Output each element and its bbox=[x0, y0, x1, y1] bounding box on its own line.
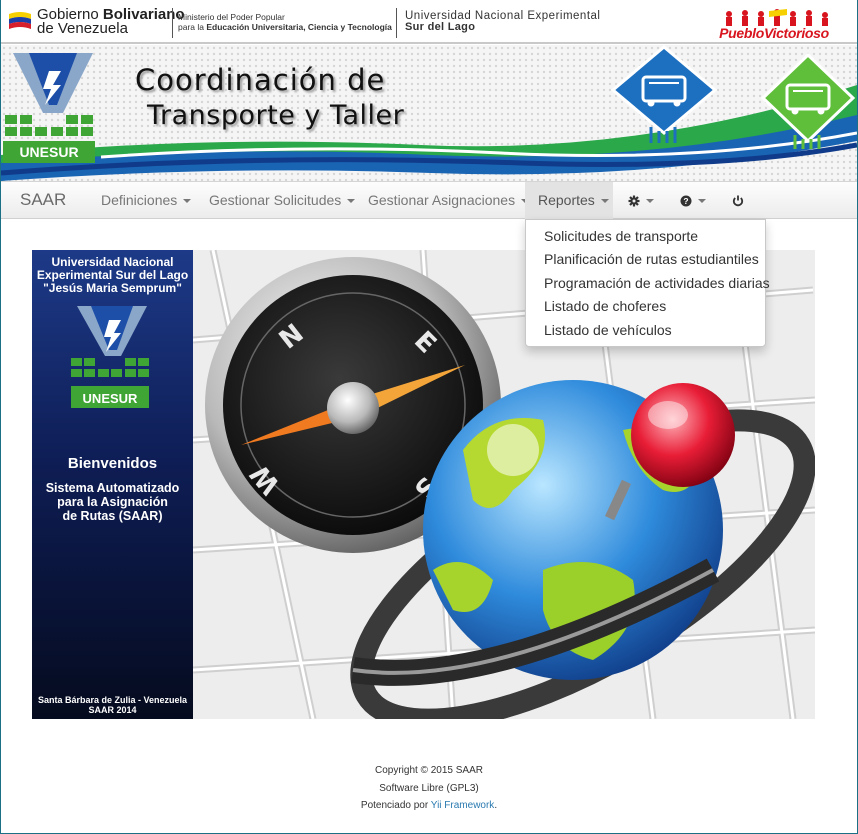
government-header: Gobierno Bolivariano de Venezuela Minist… bbox=[1, 0, 857, 44]
power-icon bbox=[732, 195, 744, 207]
nav-definiciones-label: Definiciones bbox=[101, 192, 178, 208]
nav-reportes[interactable]: Reportes bbox=[525, 182, 613, 219]
panel-footer-line2: SAAR 2014 bbox=[88, 705, 137, 715]
menu-item-solicitudes-transporte[interactable]: Solicitudes de transporte bbox=[526, 225, 765, 248]
unesur-logo-text: UNESUR bbox=[19, 144, 79, 160]
nav-help[interactable]: ? bbox=[667, 182, 719, 219]
footer-powered-prefix: Potenciado por bbox=[360, 800, 431, 811]
welcome-heading: Bienvenidos bbox=[67, 455, 158, 472]
panel-logo-text: UNESUR bbox=[82, 391, 138, 406]
banner-title-line1: Coordinación de bbox=[135, 63, 386, 97]
nav-gestionar-solicitudes[interactable]: Gestionar Solicitudes bbox=[196, 182, 368, 219]
banner-title-line2: Transporte y Taller bbox=[147, 100, 405, 131]
panel-uni-line3: "Jesús Maria Semprum" bbox=[43, 281, 182, 295]
panel-footer: Santa Bárbara de Zulia - Venezuela SAAR … bbox=[32, 695, 193, 715]
system-description: Sistema Automatizado para la Asignación … bbox=[32, 481, 193, 523]
menu-item-listado-choferes[interactable]: Listado de choferes bbox=[526, 295, 765, 318]
pueblo-victorioso-text: PuebloVictorioso bbox=[719, 25, 829, 41]
ministry-line2-b: Educación Universitaria, Ciencia y Tecno… bbox=[206, 22, 392, 32]
yii-framework-link[interactable]: Yii Framework bbox=[431, 800, 495, 811]
divider bbox=[396, 8, 397, 38]
footer-copyright: Copyright © 2015 SAAR bbox=[375, 765, 483, 776]
caret-down-icon bbox=[698, 199, 706, 204]
question-circle-icon: ? bbox=[680, 195, 692, 207]
nav-settings[interactable] bbox=[615, 182, 667, 219]
system-line2: para la Asignación bbox=[57, 495, 168, 509]
nav-definiciones[interactable]: Definiciones bbox=[88, 182, 204, 219]
menu-item-listado-vehiculos[interactable]: Listado de vehículos bbox=[526, 319, 765, 342]
main-navbar: SAAR Definiciones Gestionar Solicitudes … bbox=[1, 181, 857, 219]
header-banner: UNESUR Coordinación de Transporte y Tall… bbox=[1, 45, 857, 181]
menu-item-planificacion-rutas[interactable]: Planificación de rutas estudiantiles bbox=[526, 248, 765, 271]
caret-down-icon bbox=[646, 199, 654, 204]
nav-logout[interactable] bbox=[719, 182, 757, 219]
footer-powered-by: Potenciado por Yii Framework. bbox=[0, 797, 858, 815]
ministry-line2-a: para la bbox=[178, 22, 207, 32]
panel-footer-line1: Santa Bárbara de Zulia - Venezuela bbox=[37, 695, 188, 705]
system-line3: de Rutas (SAAR) bbox=[62, 509, 163, 523]
pueblo-victorioso-logo: PuebloVictorioso bbox=[709, 9, 839, 41]
menu-item-programacion-actividades[interactable]: Programación de actividades diarias bbox=[526, 272, 770, 295]
bus-blue-icon bbox=[610, 45, 718, 143]
reportes-dropdown-menu: Solicitudes de transporte Planificación … bbox=[525, 219, 770, 347]
university-line2: Sur del Lago bbox=[405, 21, 476, 33]
nav-gestionar-solicitudes-label: Gestionar Solicitudes bbox=[209, 192, 342, 208]
navbar-brand[interactable]: SAAR bbox=[20, 190, 66, 210]
caret-down-icon bbox=[600, 199, 609, 204]
divider bbox=[172, 8, 173, 38]
panel-university-name: Universidad Nacional Experimental Sur de… bbox=[32, 256, 193, 295]
page-footer: Copyright © 2015 SAAR Software Libre (GP… bbox=[0, 762, 858, 815]
venezuela-flag-icon bbox=[9, 12, 31, 29]
welcome-panel: Universidad Nacional Experimental Sur de… bbox=[32, 250, 193, 719]
nav-reportes-label: Reportes bbox=[538, 192, 595, 208]
bus-green-icon bbox=[760, 53, 856, 149]
ministry-line1: Ministerio del Poder Popular bbox=[178, 12, 285, 22]
government-name: Gobierno Bolivariano de Venezuela bbox=[37, 7, 185, 37]
ministry-name: Ministerio del Poder Popular para la Edu… bbox=[178, 12, 392, 32]
nav-gestionar-asignaciones-label: Gestionar Asignaciones bbox=[368, 192, 516, 208]
caret-down-icon bbox=[183, 199, 192, 204]
footer-powered-suffix: . bbox=[494, 800, 498, 811]
system-line1: Sistema Automatizado bbox=[45, 481, 180, 495]
footer-license: Software Libre (GPL3) bbox=[379, 782, 479, 794]
university-name: Universidad Nacional Experimental Sur de… bbox=[405, 10, 600, 33]
gov-line2: de Venezuela bbox=[37, 20, 128, 37]
nav-gestionar-asignaciones[interactable]: Gestionar Asignaciones bbox=[355, 182, 542, 219]
gear-icon bbox=[628, 195, 640, 207]
banner-background bbox=[1, 45, 857, 181]
svg-text:?: ? bbox=[683, 196, 688, 206]
